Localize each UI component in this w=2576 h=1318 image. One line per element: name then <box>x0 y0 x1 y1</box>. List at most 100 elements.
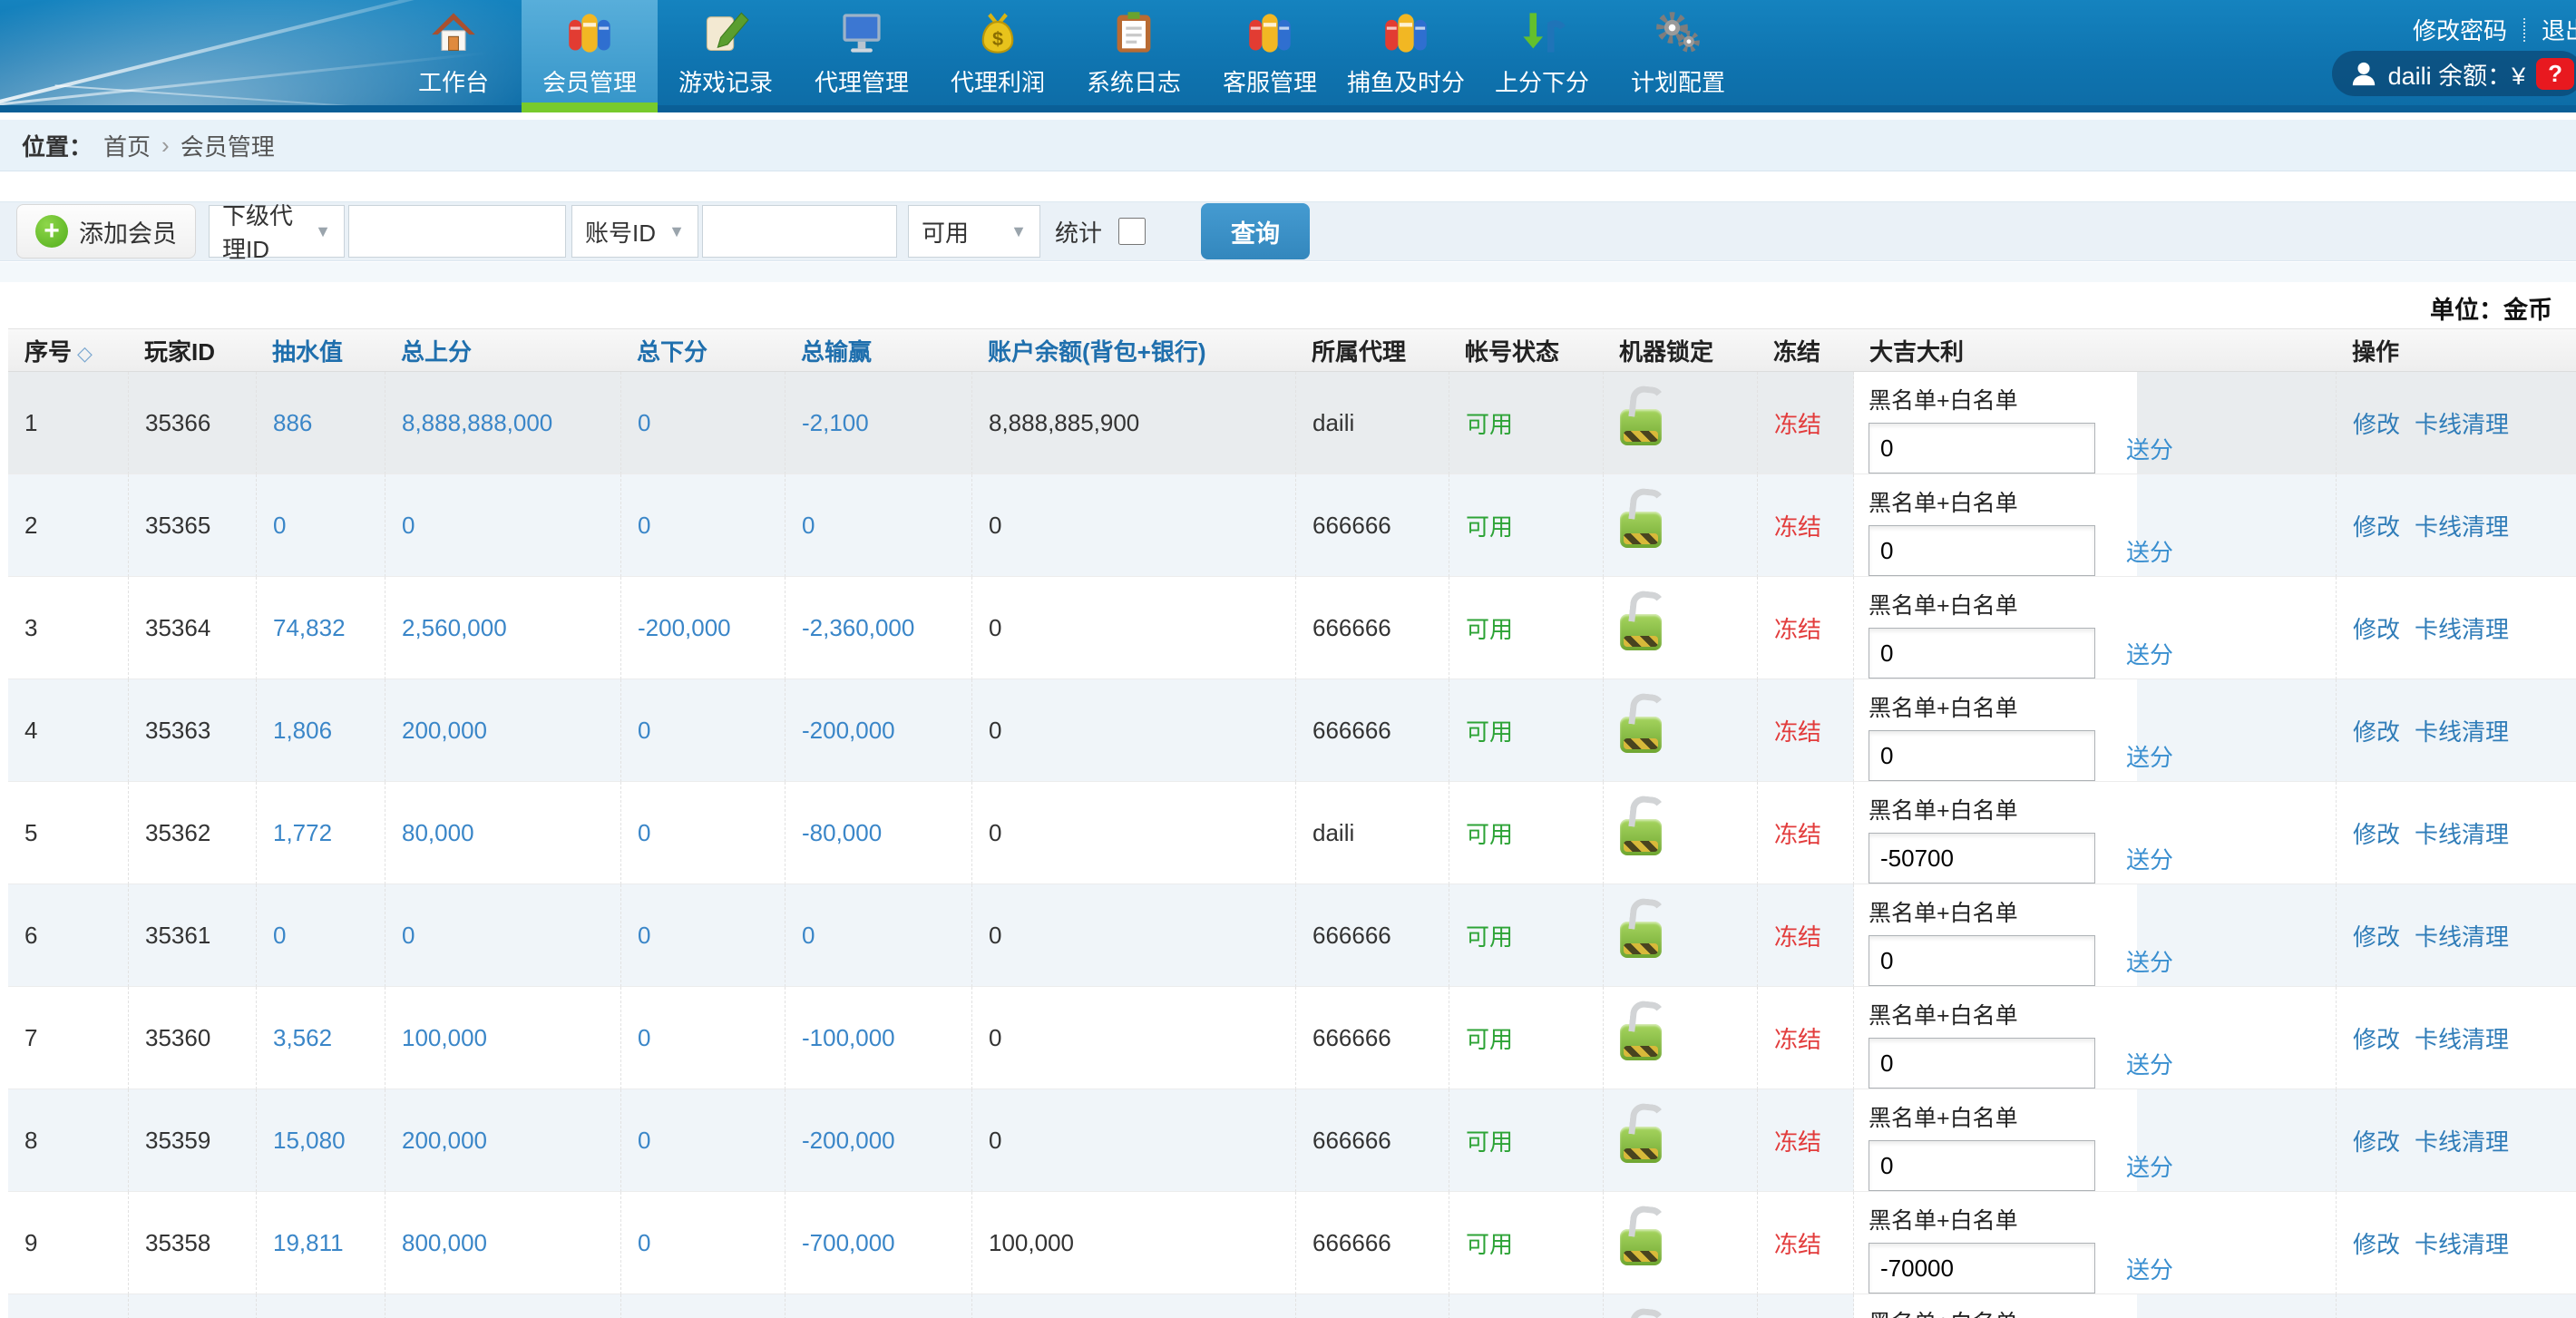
nav-item-system-log[interactable]: 系统日志 <box>1066 0 1202 112</box>
unlock-icon[interactable] <box>1620 614 1662 650</box>
sub-agent-id-selected: 下级代理ID <box>222 198 306 265</box>
search-button[interactable]: 查询 <box>1201 203 1310 259</box>
unlock-icon[interactable] <box>1620 409 1662 445</box>
send-score-link[interactable]: 送分 <box>2126 432 2173 465</box>
sub-agent-id-input[interactable] <box>348 205 566 258</box>
cell-index: 4 <box>8 679 128 782</box>
send-score-link[interactable]: 送分 <box>2126 637 2173 670</box>
modify-link[interactable]: 修改 <box>2353 1231 2400 1258</box>
nav-item-members[interactable]: 会员管理 <box>522 0 658 112</box>
freeze-link[interactable]: 冻结 <box>1774 513 1821 541</box>
account-id-input[interactable] <box>702 205 897 258</box>
modify-link[interactable]: 修改 <box>2353 513 2400 541</box>
nav-item-agent-manage[interactable]: 代理管理 <box>794 0 930 112</box>
breadcrumb-home-link[interactable]: 首页 <box>103 129 151 162</box>
freeze-link[interactable]: 冻结 <box>1774 718 1821 746</box>
cell-status: 可用 <box>1449 884 1603 987</box>
unlock-icon[interactable] <box>1620 922 1662 958</box>
clear-line-link[interactable]: 卡线清理 <box>2415 923 2509 951</box>
clear-line-link[interactable]: 卡线清理 <box>2415 1026 2509 1053</box>
col-header-index[interactable]: 序号◇ <box>8 328 128 372</box>
freeze-link[interactable]: 冻结 <box>1774 1231 1821 1258</box>
score-amount-input[interactable] <box>1869 833 2095 884</box>
cell-agent: 666666 <box>1295 1089 1449 1192</box>
cell-freeze: 冻结 <box>1757 1089 1853 1192</box>
send-score-link[interactable]: 送分 <box>2126 944 2173 978</box>
table-row: 7 35360 3,562 100,000 0 -100,000 0 66666… <box>8 987 2576 1089</box>
modify-link[interactable]: 修改 <box>2353 718 2400 746</box>
sub-agent-id-select[interactable]: 下级代理ID ▼ <box>209 205 345 258</box>
user-icon <box>2350 60 2377 87</box>
unlock-icon[interactable] <box>1620 512 1662 548</box>
send-score-link[interactable]: 送分 <box>2126 1149 2173 1183</box>
col-header-balance[interactable]: 账户余额(背包+银行) <box>971 328 1295 372</box>
clear-line-link[interactable]: 卡线清理 <box>2415 1231 2509 1258</box>
col-header-winloss[interactable]: 总输赢 <box>785 328 971 372</box>
cell-lock <box>1603 372 1757 474</box>
svg-text:$: $ <box>992 27 1003 50</box>
cell-winloss: -80,000 <box>785 782 971 884</box>
nav-item-score-transfer[interactable]: 上分下分 <box>1474 0 1610 112</box>
nav-item-label: 上分下分 <box>1474 64 1610 98</box>
col-header-pump[interactable]: 抽水值 <box>256 328 385 372</box>
balance-badge[interactable]: ? <box>2536 58 2574 90</box>
unlock-icon[interactable] <box>1620 1127 1662 1163</box>
stats-checkbox[interactable] <box>1118 218 1146 245</box>
nav-item-fishing[interactable]: 捕鱼及时分 <box>1338 0 1474 112</box>
cell-daji: 黑名单+白名单 送分 <box>1853 1192 2336 1294</box>
score-amount-input[interactable] <box>1869 1140 2095 1191</box>
modify-link[interactable]: 修改 <box>2353 616 2400 643</box>
account-id-select[interactable]: 账号ID ▼ <box>571 205 698 258</box>
col-header-total-up[interactable]: 总上分 <box>385 328 620 372</box>
freeze-link[interactable]: 冻结 <box>1774 616 1821 643</box>
freeze-link[interactable]: 冻结 <box>1774 821 1821 848</box>
clear-line-link[interactable]: 卡线清理 <box>2415 718 2509 746</box>
cell-agent: 666666 <box>1295 1192 1449 1294</box>
clear-line-link[interactable]: 卡线清理 <box>2415 1128 2509 1156</box>
nav-item-customer-service[interactable]: 客服管理 <box>1202 0 1338 112</box>
modify-link[interactable]: 修改 <box>2353 821 2400 848</box>
freeze-link[interactable]: 冻结 <box>1774 1128 1821 1156</box>
modify-link[interactable]: 修改 <box>2353 1026 2400 1053</box>
modify-link[interactable]: 修改 <box>2353 1128 2400 1156</box>
score-amount-input[interactable] <box>1869 423 2095 474</box>
sort-icon[interactable]: ◇ <box>77 342 93 365</box>
cell-freeze: 冻结 <box>1757 679 1853 782</box>
modify-link[interactable]: 修改 <box>2353 411 2400 438</box>
nav-item-plan-config[interactable]: 计划配置 <box>1610 0 1746 112</box>
freeze-link[interactable]: 冻结 <box>1774 923 1821 951</box>
send-score-link[interactable]: 送分 <box>2126 1047 2173 1080</box>
score-amount-input[interactable] <box>1869 1243 2095 1294</box>
change-password-link[interactable]: 修改密码 <box>2413 13 2507 46</box>
score-amount-input[interactable] <box>1869 628 2095 679</box>
col-header-total-down[interactable]: 总下分 <box>620 328 785 372</box>
clear-line-link[interactable]: 卡线清理 <box>2415 821 2509 848</box>
send-score-link[interactable]: 送分 <box>2126 1252 2173 1285</box>
send-score-link[interactable]: 送分 <box>2126 842 2173 875</box>
status-select[interactable]: 可用 ▼ <box>908 205 1040 258</box>
freeze-link[interactable]: 冻结 <box>1774 411 1821 438</box>
nav-item-home[interactable]: 工作台 <box>385 0 522 112</box>
score-amount-input[interactable] <box>1869 730 2095 781</box>
freeze-link[interactable]: 冻结 <box>1774 1026 1821 1053</box>
unlock-icon[interactable] <box>1620 717 1662 753</box>
unlock-icon[interactable] <box>1620 1229 1662 1265</box>
cell-pump: 15,080 <box>256 1089 385 1192</box>
score-amount-input[interactable] <box>1869 935 2095 986</box>
modify-link[interactable]: 修改 <box>2353 923 2400 951</box>
nav-item-game-records[interactable]: 游戏记录 <box>658 0 794 112</box>
blacklist-whitelist-label: 黑名单+白名单 <box>1869 485 2336 518</box>
clear-line-link[interactable]: 卡线清理 <box>2415 411 2509 438</box>
send-score-link[interactable]: 送分 <box>2126 534 2173 568</box>
clear-line-link[interactable]: 卡线清理 <box>2415 513 2509 541</box>
score-amount-input[interactable] <box>1869 1038 2095 1089</box>
unlock-icon[interactable] <box>1620 819 1662 855</box>
unlock-icon[interactable] <box>1620 1024 1662 1060</box>
send-score-link[interactable]: 送分 <box>2126 739 2173 773</box>
nav-item-agent-profit[interactable]: $代理利润 <box>930 0 1066 112</box>
score-amount-input[interactable] <box>1869 525 2095 576</box>
breadcrumb-current[interactable]: 会员管理 <box>181 129 275 162</box>
logout-link[interactable]: 退出 <box>2542 13 2576 46</box>
clear-line-link[interactable]: 卡线清理 <box>2415 616 2509 643</box>
add-member-button[interactable]: + 添加会员 <box>16 204 196 259</box>
